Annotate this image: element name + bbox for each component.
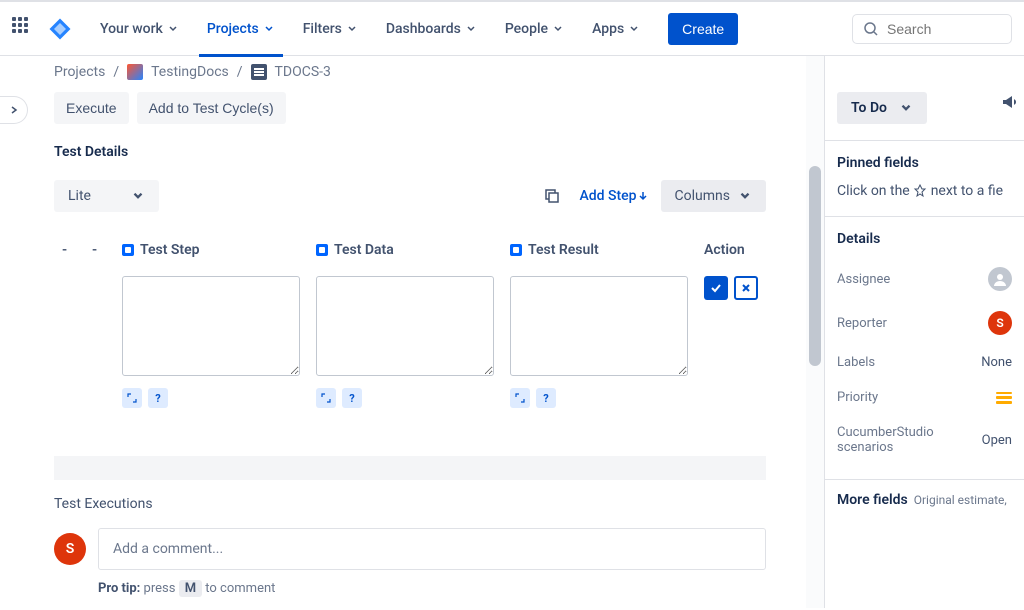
chevron-down-icon [899,101,913,115]
expand-editor-button[interactable] [510,388,530,408]
test-step-input[interactable] [122,276,300,376]
cucumber-field[interactable]: CucumberStudio scenarios Open [837,415,1012,465]
unassigned-avatar-icon [988,267,1012,291]
add-to-test-cycle-button[interactable]: Add to Test Cycle(s) [137,92,286,124]
pin-icon [510,244,522,256]
search-box[interactable] [852,14,1012,44]
col-action: Action [696,232,766,268]
search-icon [863,21,879,37]
chevron-right-icon [8,104,20,116]
expand-editor-button[interactable] [122,388,142,408]
nav-dashboards[interactable]: Dashboards [378,17,485,41]
main-content: Projects / TestingDocs / TDOCS-3 Execute… [0,56,806,608]
close-icon [740,282,752,294]
priority-field[interactable]: Priority [837,380,1012,415]
pin-icon [913,184,927,198]
pin-icon [316,244,328,256]
confirm-step-button[interactable] [704,276,728,300]
nav-people[interactable]: People [497,17,572,41]
search-input[interactable] [887,21,1001,37]
comment-input[interactable]: Add a comment... [98,528,766,570]
table-row: ? ? ? [54,268,766,416]
more-fields-section[interactable]: More fields Original estimate, [825,479,1024,520]
reporter-avatar: S [988,311,1012,335]
chevron-down-icon [346,23,358,35]
col-test-step[interactable]: Test Step [114,232,308,268]
chevron-down-icon [552,23,564,35]
view-mode-select[interactable]: Lite [54,180,159,212]
chevron-down-icon [263,23,275,35]
columns-button[interactable]: Columns [661,180,766,212]
arrow-down-icon [637,190,649,202]
sidebar-expand-button[interactable] [0,96,28,124]
expand-editor-button[interactable] [316,388,336,408]
help-button[interactable]: ? [536,388,556,408]
chevron-down-icon [131,189,145,203]
nav-projects[interactable]: Projects [199,1,283,57]
chevron-down-icon [167,23,179,35]
breadcrumb-issue[interactable]: TDOCS-3 [275,64,331,80]
check-icon [709,281,723,295]
priority-medium-icon [996,392,1012,404]
nav-your-work[interactable]: Your work [92,17,187,41]
nav-apps[interactable]: Apps [584,17,648,41]
col-test-data[interactable]: Test Data [308,232,502,268]
add-step-link[interactable]: Add Step [580,188,649,204]
pin-icon [122,244,134,256]
copy-steps-button[interactable] [536,180,568,212]
assignee-field[interactable]: Assignee [837,257,1012,301]
expand-icon [515,393,525,403]
chevron-down-icon [738,189,752,203]
breadcrumb-projects[interactable]: Projects [54,64,105,80]
help-button[interactable]: ? [148,388,168,408]
project-icon [127,64,143,80]
test-steps-table: - - Test Step Test Data Test Result Acti… [54,232,766,416]
nav-filters[interactable]: Filters [295,17,366,41]
pinned-fields-section: Pinned fields Click on the next to a fie [825,140,1024,216]
col-test-result[interactable]: Test Result [502,232,696,268]
details-section: Details Assignee Reporter S Labels None … [825,216,1024,479]
status-dropdown[interactable]: To Do [837,92,927,124]
breadcrumb-project[interactable]: TestingDocs [151,64,229,80]
scrollbar-thumb[interactable] [809,166,821,366]
create-button[interactable]: Create [668,13,738,45]
copy-icon [543,187,561,205]
test-result-input[interactable] [510,276,688,376]
issue-details-panel: To Do Pinned fields Click on the next to… [824,56,1024,608]
execute-button[interactable]: Execute [54,92,129,124]
labels-field[interactable]: Labels None [837,345,1012,380]
app-switcher-icon[interactable] [12,17,36,41]
divider-bar [54,456,766,480]
cancel-step-button[interactable] [734,276,758,300]
expand-icon [127,393,137,403]
issue-type-icon [251,64,267,80]
jira-logo[interactable] [48,17,72,41]
expand-icon [321,393,331,403]
user-avatar: S [54,533,86,565]
chevron-down-icon [628,23,640,35]
feedback-icon[interactable] [1000,92,1020,112]
chevron-down-icon [465,23,477,35]
breadcrumb: Projects / TestingDocs / TDOCS-3 [54,64,806,80]
reporter-field[interactable]: Reporter S [837,301,1012,345]
test-details-title: Test Details [54,144,806,160]
test-data-input[interactable] [316,276,494,376]
top-nav: Your work Projects Filters Dashboards Pe… [0,0,1024,56]
pro-tip-text: Pro tip: press M to comment [98,580,806,597]
help-button[interactable]: ? [342,388,362,408]
test-executions-title: Test Executions [54,496,766,512]
